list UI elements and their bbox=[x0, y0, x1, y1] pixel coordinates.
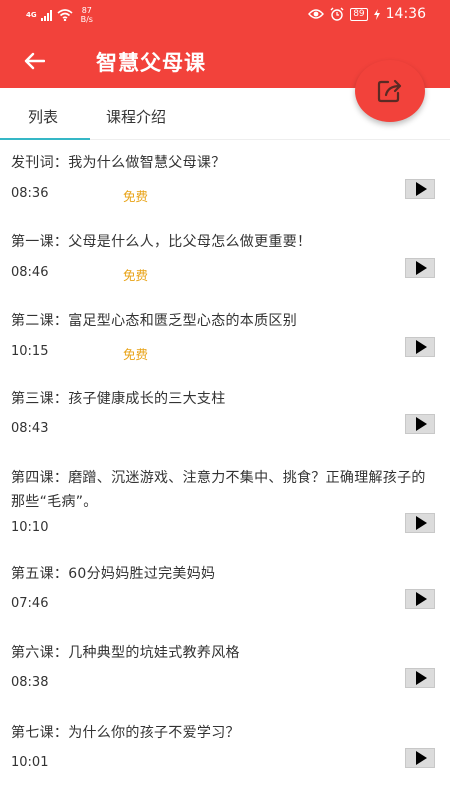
lesson-item[interactable]: 第二课：富足型心态和匮乏型心态的本质区别 10:15 免费 bbox=[0, 298, 450, 377]
play-button[interactable] bbox=[405, 179, 435, 199]
tab-course-intro[interactable]: 课程介绍 bbox=[106, 106, 166, 127]
lesson-list: 发刊词：我为什么做智慧父母课？ 08:36 免费 第一课：父母是什么人，比父母怎… bbox=[0, 140, 450, 798]
net-speed-value: 87 bbox=[81, 6, 92, 15]
lesson-duration: 10:01 bbox=[11, 755, 49, 770]
lesson-duration: 10:10 bbox=[11, 520, 49, 535]
charging-icon bbox=[373, 8, 380, 20]
free-badge: 免费 bbox=[123, 189, 149, 204]
play-icon bbox=[415, 671, 427, 685]
lesson-title: 第四课：磨蹭、沉迷游戏、注意力不集中、挑食？正确理解孩子的那些“毛病”。 bbox=[11, 470, 426, 510]
lesson-title: 第一课：父母是什么人，比父母怎么做更重要！ bbox=[11, 234, 312, 250]
play-icon bbox=[415, 516, 427, 530]
lesson-duration: 10:15 bbox=[11, 344, 49, 359]
tab-list[interactable]: 列表 bbox=[28, 106, 58, 127]
lesson-item[interactable]: 第四课：磨蹭、沉迷游戏、注意力不集中、挑食？正确理解孩子的那些“毛病”。 10:… bbox=[0, 456, 450, 561]
lesson-item[interactable]: 第五课：60分妈妈胜过完美妈妈 07:46 bbox=[0, 561, 450, 640]
lesson-title: 发刊词：我为什么做智慧父母课？ bbox=[11, 155, 226, 171]
status-bar: 4G 87 B/s 89 14:36 bbox=[0, 0, 450, 32]
play-icon bbox=[415, 261, 427, 275]
eye-icon bbox=[308, 9, 325, 19]
play-button[interactable] bbox=[405, 589, 435, 609]
back-button[interactable] bbox=[18, 46, 50, 76]
lesson-item[interactable]: 发刊词：我为什么做智慧父母课？ 08:36 免费 bbox=[0, 140, 450, 219]
status-right: 89 14:36 bbox=[308, 6, 426, 22]
free-badge: 免费 bbox=[123, 268, 149, 283]
alarm-icon bbox=[330, 7, 344, 21]
play-button[interactable] bbox=[405, 414, 435, 434]
net-speed: 87 B/s bbox=[81, 6, 93, 24]
share-icon bbox=[377, 79, 402, 103]
lesson-title: 第六课：几种典型的坑娃式教养风格 bbox=[11, 645, 240, 661]
play-icon bbox=[415, 417, 427, 431]
net-speed-unit: B/s bbox=[80, 15, 93, 24]
lesson-item[interactable]: 第六课：几种典型的坑娃式教养风格 08:38 bbox=[0, 640, 450, 719]
signal-label: 4G bbox=[26, 10, 37, 19]
lesson-item[interactable]: 第七课：为什么你的孩子不爱学习？ 10:01 bbox=[0, 719, 450, 798]
battery-level: 89 bbox=[350, 7, 368, 21]
lesson-title: 第七课：为什么你的孩子不爱学习？ bbox=[11, 725, 240, 741]
play-button[interactable] bbox=[405, 337, 435, 357]
lesson-item[interactable]: 第三课：孩子健康成长的三大支柱 08:43 bbox=[0, 377, 450, 456]
play-button[interactable] bbox=[405, 258, 435, 278]
play-icon bbox=[415, 592, 427, 606]
lesson-title: 第三课：孩子健康成长的三大支柱 bbox=[11, 391, 226, 407]
lesson-title: 第二课：富足型心态和匮乏型心态的本质区别 bbox=[11, 313, 297, 329]
page-title: 智慧父母课 bbox=[96, 51, 206, 75]
lesson-item[interactable]: 第一课：父母是什么人，比父母怎么做更重要！ 08:46 免费 bbox=[0, 219, 450, 298]
lesson-duration: 08:38 bbox=[11, 675, 49, 690]
play-icon bbox=[415, 340, 427, 354]
lesson-duration: 08:46 bbox=[11, 265, 49, 280]
lesson-duration: 08:36 bbox=[11, 186, 49, 201]
play-button[interactable] bbox=[405, 513, 435, 533]
play-button[interactable] bbox=[405, 668, 435, 688]
play-icon bbox=[415, 182, 427, 196]
lesson-duration: 07:46 bbox=[11, 596, 49, 611]
status-left: 4G 87 B/s bbox=[26, 6, 93, 24]
lesson-title: 第五课：60分妈妈胜过完美妈妈 bbox=[11, 566, 216, 582]
wifi-icon bbox=[57, 9, 73, 21]
arrow-left-icon bbox=[24, 52, 45, 70]
share-button[interactable] bbox=[355, 60, 425, 122]
play-button[interactable] bbox=[405, 748, 435, 768]
free-badge: 免费 bbox=[123, 347, 149, 362]
lesson-duration: 08:43 bbox=[11, 421, 49, 436]
play-icon bbox=[415, 751, 427, 765]
clock: 14:36 bbox=[385, 6, 426, 22]
signal-icon bbox=[40, 9, 52, 21]
